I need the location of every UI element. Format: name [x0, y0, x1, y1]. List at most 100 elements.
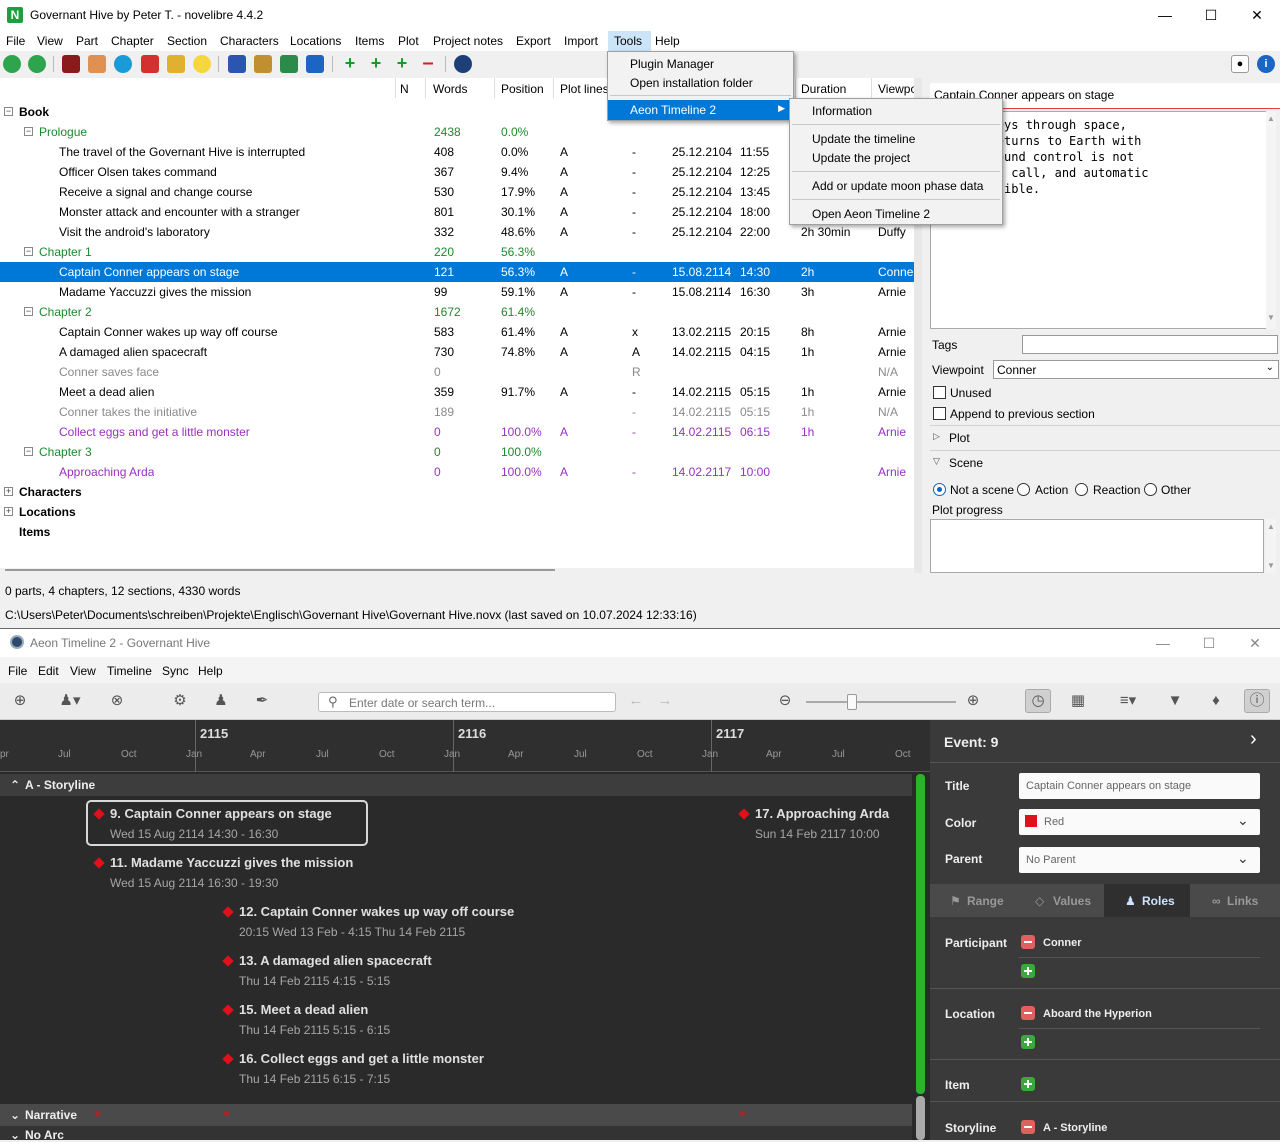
collapse-icon[interactable]: − — [24, 447, 33, 456]
menu-item-information[interactable]: Information — [790, 101, 1002, 121]
event-title[interactable]: 11. Madame Yaccuzzi gives the mission — [110, 855, 353, 870]
col-words[interactable]: Words — [433, 82, 467, 96]
filter-icon[interactable]: ▼ — [1166, 692, 1184, 710]
tree-row-section-unused[interactable]: Conner saves face 0 R N/A — [0, 362, 914, 382]
tree-row-section-selected[interactable]: Captain Conner appears on stage 121 56.3… — [0, 262, 914, 282]
add-icon[interactable]: + — [341, 54, 359, 73]
menu-item-update-project[interactable]: Update the project — [790, 148, 1002, 168]
remove-role-icon[interactable] — [1021, 935, 1035, 949]
tree-row-section[interactable]: Captain Conner wakes up way off course 5… — [0, 322, 914, 342]
event-title[interactable]: 12. Captain Conner wakes up way off cour… — [239, 904, 514, 919]
menu-item-update-timeline[interactable]: Update the timeline — [790, 129, 1002, 149]
collapse-icon[interactable]: − — [24, 307, 33, 316]
col-position[interactable]: Position — [501, 82, 544, 96]
radio-not-a-scene[interactable] — [933, 483, 946, 496]
menu-item-plugin-manager[interactable]: Plugin Manager — [608, 54, 793, 74]
close-button[interactable]: ✕ — [1232, 629, 1278, 658]
menu-section[interactable]: Section — [167, 34, 207, 48]
zoom-in-icon[interactable]: ⊕ — [964, 692, 982, 710]
unused-checkbox[interactable] — [933, 386, 946, 399]
menu-import[interactable]: Import — [564, 34, 598, 48]
minimize-button[interactable]: — — [1140, 629, 1186, 658]
back-icon[interactable] — [3, 55, 21, 73]
search-input[interactable]: ⚲ Enter date or search term... — [318, 692, 616, 712]
tab-range[interactable]: ⚑ Range — [930, 884, 1018, 917]
tree-row-section-todo[interactable]: Approaching Arda 0 100.0% A - 14.02.2117… — [0, 462, 914, 482]
col-viewpoint[interactable]: Viewpo — [878, 82, 914, 96]
scene-toggle[interactable]: Scene — [949, 456, 983, 470]
tree-row-section[interactable]: Meet a dead alien 359 91.7% A - 14.02.21… — [0, 382, 914, 402]
save-icon[interactable] — [228, 55, 246, 73]
notification-bell-icon[interactable]: ♦ — [1207, 692, 1225, 710]
time-scale[interactable]: 2115 2116 2117 pr Jul Oct Jan Apr Jul Oc… — [0, 720, 930, 772]
menu-part[interactable]: Part — [76, 34, 98, 48]
tree-row-section-unused[interactable]: Conner takes the initiative 189 - 14.02.… — [0, 402, 914, 422]
add-role-icon[interactable] — [1021, 1077, 1035, 1091]
vertical-scrollbar-track[interactable] — [916, 1096, 925, 1140]
expand-icon[interactable]: + — [4, 487, 13, 496]
menu-characters[interactable]: Characters — [220, 34, 279, 48]
radio-other[interactable] — [1144, 483, 1157, 496]
vertical-scrollbar[interactable] — [916, 774, 925, 1094]
arrow-left-icon[interactable]: ← — [627, 692, 645, 710]
minimize-button[interactable]: — — [1142, 0, 1188, 31]
tree-row-items[interactable]: Items — [0, 522, 914, 542]
menu-item-open-aeon[interactable]: Open Aeon Timeline 2 — [790, 204, 1002, 224]
collapse-icon[interactable]: − — [24, 127, 33, 136]
tree-row-section[interactable]: Officer Olsen takes command 367 9.4% A -… — [0, 162, 914, 182]
chevron-right-icon[interactable]: › — [1250, 728, 1257, 751]
people-icon[interactable]: ♟ — [212, 692, 230, 710]
menu-help[interactable]: Help — [655, 34, 680, 48]
append-checkbox[interactable] — [933, 407, 946, 420]
add-child-icon[interactable]: + — [367, 54, 385, 73]
tab-roles[interactable]: ♟ Roles — [1104, 884, 1190, 917]
zoom-slider-handle[interactable] — [847, 694, 857, 710]
maximize-button[interactable]: ☐ — [1186, 629, 1232, 658]
storyline-group-header[interactable]: ⌃ A - Storyline — [0, 774, 912, 796]
zoom-out-icon[interactable]: ⊖ — [776, 692, 794, 710]
col-n[interactable]: N — [400, 82, 409, 96]
tags-input[interactable] — [1022, 335, 1278, 354]
view-eye-icon[interactable]: ● — [1231, 55, 1249, 73]
add-role-icon[interactable] — [1021, 964, 1035, 978]
radio-reaction[interactable] — [1075, 483, 1088, 496]
chevron-down-icon[interactable]: ⌄ — [10, 1108, 20, 1122]
col-duration[interactable]: Duration — [801, 82, 846, 96]
lock-icon[interactable] — [254, 55, 272, 73]
info-icon[interactable]: i — [1257, 55, 1275, 73]
radio-action[interactable] — [1017, 483, 1030, 496]
menu-view[interactable]: View — [37, 34, 63, 48]
tree-row-section[interactable]: Madame Yaccuzzi gives the mission 99 59.… — [0, 282, 914, 302]
menu-export[interactable]: Export — [516, 34, 551, 48]
narrative-group-header[interactable]: ⌄ Narrative — [0, 1104, 912, 1126]
inspector-info-icon[interactable]: ⓘ — [1244, 689, 1270, 713]
maximize-button[interactable]: ☐ — [1188, 0, 1234, 31]
description-scrollbar[interactable]: ▲ ▼ — [1266, 111, 1276, 329]
tree-row-section[interactable]: Monster attack and encounter with a stra… — [0, 202, 914, 222]
clock-icon[interactable] — [454, 55, 472, 73]
event-title[interactable]: 16. Collect eggs and get a little monste… — [239, 1051, 484, 1066]
menu-file[interactable]: File — [6, 34, 25, 48]
settings-gear-icon[interactable]: ⚙ — [171, 692, 189, 710]
arrow-right-icon[interactable]: → — [656, 692, 674, 710]
brush-icon[interactable]: ✒ — [253, 692, 271, 710]
tree-row-characters[interactable]: + Characters — [0, 482, 914, 502]
menu-chapter[interactable]: Chapter — [111, 34, 154, 48]
menu-sync[interactable]: Sync — [162, 664, 189, 678]
tree-row-locations[interactable]: + Locations — [0, 502, 914, 522]
collapse-icon[interactable]: − — [4, 107, 13, 116]
menu-plot[interactable]: Plot — [398, 34, 419, 48]
viewpoint-select[interactable]: Conner ⌄ — [993, 360, 1279, 379]
plot-icon[interactable] — [167, 55, 185, 73]
add-parent-icon[interactable]: + — [393, 54, 411, 73]
items-icon[interactable] — [141, 55, 159, 73]
project-notes-icon[interactable] — [193, 55, 211, 73]
color-select[interactable]: Red ⌄ — [1019, 809, 1260, 835]
chevron-right-icon[interactable]: ▷ — [933, 431, 940, 442]
zoom-slider[interactable] — [806, 701, 956, 703]
menu-timeline[interactable]: Timeline — [107, 664, 152, 678]
tree-row-section[interactable]: Receive a signal and change course 530 1… — [0, 182, 914, 202]
col-plot-lines[interactable]: Plot lines — [560, 82, 609, 96]
upload-icon[interactable] — [280, 55, 298, 73]
menu-edit[interactable]: Edit — [38, 664, 59, 678]
